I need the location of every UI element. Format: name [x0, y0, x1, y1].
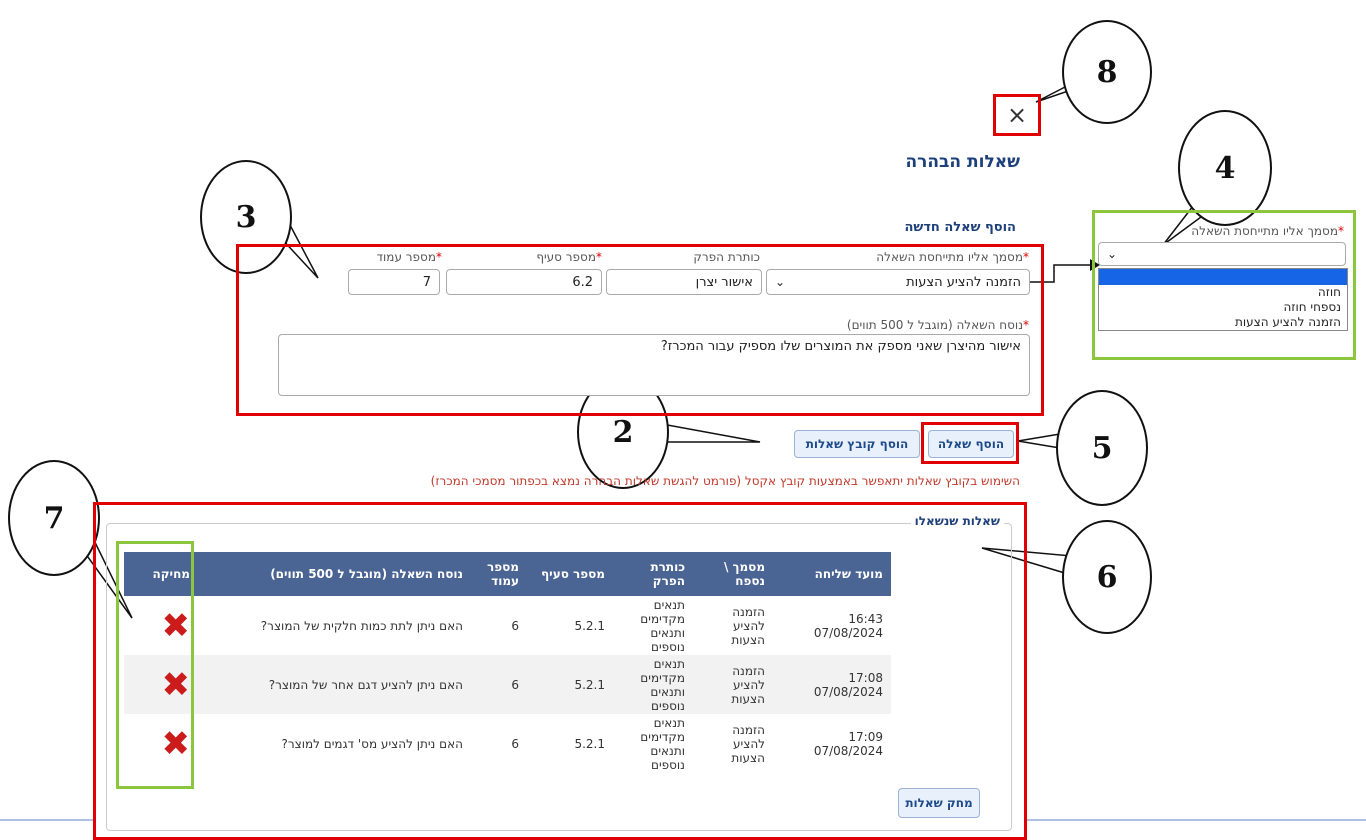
col-header: מספר עמוד — [471, 552, 527, 596]
cell-text: האם ניתן להציע מס' דגמים למוצר? — [281, 736, 463, 751]
document-select-value: הזמנה להציע הצעות — [906, 274, 1021, 290]
asked-legend: שאלות שנשאלו — [910, 514, 1004, 528]
delete-column-highlight — [116, 541, 194, 789]
cell-page: 6 — [511, 618, 519, 633]
cell-doc: הזמנה להציע הצעות — [731, 722, 765, 765]
new-question-title: הוסף שאלה חדשה — [904, 220, 1016, 235]
chapter-label: כותרת הפרק — [693, 250, 760, 264]
callout-7: 7 — [8, 460, 100, 576]
dropdown-option[interactable] — [1099, 269, 1347, 285]
col-header: מסמך \ נספח — [693, 552, 773, 596]
cell-chapter: תנאים מקדימים ותנאים נוספים — [640, 715, 685, 772]
question-textarea[interactable]: אישור מהיצרן שאני מספק את המוצרים שלו מס… — [278, 334, 1030, 396]
asked-table: מועד שליחה מסמך \ נספח כותרת הפרק מספר ס… — [124, 552, 891, 773]
cell-doc: הזמנה להציע הצעות — [693, 655, 773, 714]
section-input-value: 6.2 — [572, 274, 593, 290]
dropdown-zoom-options: חוזה נספחי חוזה הזמנה להציע הצעות — [1098, 268, 1348, 331]
cell-section: 5.2.1 — [527, 655, 613, 714]
cell-date: 17:09 07/08/2024 — [813, 729, 883, 758]
cell-chapter: תנאים מקדימים ותנאים נוספים — [640, 597, 685, 654]
table-header-row: מועד שליחה מסמך \ נספח כותרת הפרק מספר ס… — [124, 552, 891, 596]
section-input[interactable]: 6.2 — [446, 269, 602, 295]
table-row: 17:09 07/08/2024 הזמנה להציע הצעות תנאים… — [124, 714, 891, 773]
page-input-value: 7 — [422, 274, 431, 290]
cell-doc: הזמנה להציע הצעות — [731, 604, 765, 647]
dropdown-option[interactable]: חוזה — [1099, 285, 1347, 300]
chevron-down-icon: ⌄ — [1107, 247, 1118, 261]
close-button[interactable]: × — [993, 94, 1041, 136]
callout-8: 8 — [1062, 20, 1152, 124]
dropdown-zoom-label: *מסמך אליו מתייחסת השאלה — [1191, 224, 1344, 238]
dropdown-option[interactable]: נספחי חוזה — [1099, 300, 1347, 315]
asked-table-wrap: מועד שליחה מסמך \ נספח כותרת הפרק מספר ס… — [124, 552, 891, 773]
dropdown-option[interactable]: הזמנה להציע הצעות — [1099, 315, 1347, 330]
page-input[interactable]: 7 — [348, 269, 440, 295]
chapter-input[interactable]: אישור יצרן — [606, 269, 762, 295]
add-question-button[interactable]: הוסף שאלה — [928, 430, 1014, 458]
cell-section: 5.2.1 — [574, 618, 605, 633]
callout-6: 6 — [1062, 520, 1152, 634]
dropdown-zoom-select[interactable]: ⌄ — [1098, 242, 1346, 266]
chevron-down-icon: ⌄ — [775, 275, 786, 289]
col-header: כותרת הפרק — [613, 552, 693, 596]
col-header: מספר סעיף — [527, 552, 613, 596]
chapter-input-value: אישור יצרן — [695, 274, 753, 290]
cell-text: האם ניתן להציע דגם אחר של המוצר? — [198, 655, 471, 714]
document-select[interactable]: הזמנה להציע הצעות ⌄ — [766, 269, 1030, 295]
question-textarea-value: אישור מהיצרן שאני מספק את המוצרים שלו מס… — [660, 339, 1021, 354]
callout-5: 5 — [1056, 390, 1148, 506]
add-questions-file-button[interactable]: הוסף קובץ שאלות — [794, 430, 920, 458]
cell-date: 17:08 07/08/2024 — [773, 655, 891, 714]
document-label: *מסמך אליו מתייחסת השאלה — [876, 250, 1029, 264]
cell-chapter: תנאים מקדימים ותנאים נוספים — [613, 655, 693, 714]
file-note: השימוש בקובץ שאלות יתאפשר באמצעות קובץ א… — [430, 474, 1020, 488]
cell-date: 16:43 07/08/2024 — [813, 611, 883, 640]
page-label: *מספר עמוד — [376, 250, 442, 264]
callout-4: 4 — [1178, 110, 1272, 226]
table-row: 17:08 07/08/2024 הזמנה להציע הצעות תנאים… — [124, 655, 891, 714]
col-header: נוסח השאלה (מוגבל ל 500 תווים) — [198, 552, 471, 596]
dialog-title: שאלות הבהרה — [905, 152, 1020, 172]
col-header: מועד שליחה — [773, 552, 891, 596]
cell-page: 6 — [511, 736, 519, 751]
delete-questions-button[interactable]: מחק שאלות — [898, 788, 980, 818]
table-row: 16:43 07/08/2024 הזמנה להציע הצעות תנאים… — [124, 596, 891, 655]
question-text-label: *נוסח השאלה (מוגבל ל 500 תווים) — [846, 318, 1029, 332]
close-icon: × — [1006, 101, 1028, 129]
cell-page: 6 — [471, 655, 527, 714]
section-label: *מספר סעיף — [536, 250, 602, 264]
cell-text: האם ניתן לתת כמות חלקית של המוצר? — [260, 618, 463, 633]
cell-section: 5.2.1 — [574, 736, 605, 751]
